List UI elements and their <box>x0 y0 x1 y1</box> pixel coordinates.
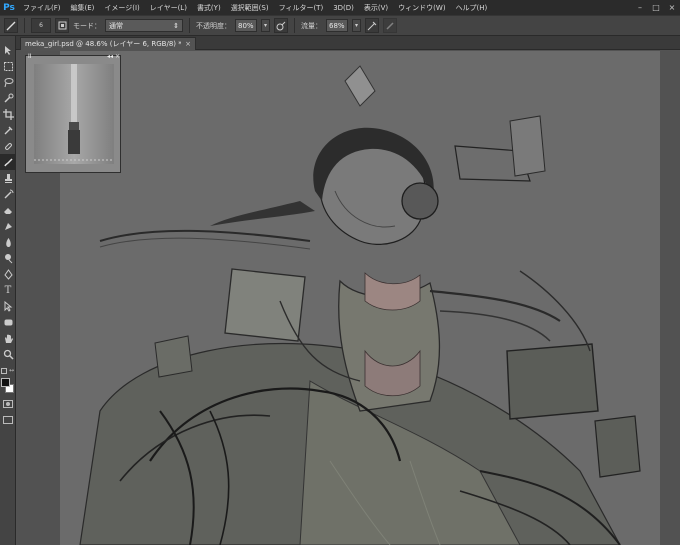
menu-bar: Ps ファイル(F) 編集(E) イメージ(I) レイヤー(L) 書式(Y) 選… <box>0 0 680 15</box>
panel-collapse-close-icons[interactable]: ◂◂ × <box>107 54 120 60</box>
type-tool-glyph: T <box>4 284 12 296</box>
photoshop-window: Ps ファイル(F) 編集(E) イメージ(I) レイヤー(L) 書式(Y) 選… <box>0 0 680 545</box>
separator <box>294 18 295 33</box>
default-colors-icon[interactable] <box>1 368 7 374</box>
crop-tool-icon[interactable] <box>0 106 16 122</box>
brush-icon <box>6 21 16 30</box>
pressure-opacity-button[interactable] <box>274 18 288 33</box>
menu-select[interactable]: 選択範囲(S) <box>226 3 274 13</box>
document-tab-title: meka_girl.psd @ 48.6% (レイヤー 6, RGB/8) * <box>25 40 182 48</box>
opacity-label: 不透明度： <box>196 21 231 30</box>
panel-header[interactable]: II ◂◂ × <box>26 53 122 61</box>
separator <box>189 18 190 33</box>
close-button[interactable]: × <box>664 0 680 15</box>
document-tab[interactable]: meka_girl.psd @ 48.6% (レイヤー 6, RGB/8) * … <box>20 37 196 50</box>
marquee-tool-icon[interactable] <box>0 58 16 74</box>
brush-preset-picker[interactable]: 6 <box>31 18 51 33</box>
menu-view[interactable]: 表示(V) <box>359 3 393 13</box>
gradient-icon[interactable] <box>0 218 16 234</box>
airbrush-icon <box>367 21 377 30</box>
dodge-icon[interactable] <box>0 250 16 266</box>
blend-mode-value: 通常 <box>109 21 123 30</box>
mode-label: モード： <box>73 21 101 30</box>
quick-select-icon[interactable] <box>0 90 16 106</box>
menu-window[interactable]: ウィンドウ(W) <box>393 3 450 13</box>
shape-tool-icon[interactable] <box>0 314 16 330</box>
tab-close-icon[interactable]: × <box>185 40 191 48</box>
menu-edit[interactable]: 編集(E) <box>66 3 100 13</box>
eraser-icon[interactable] <box>0 202 16 218</box>
app-logo: Ps <box>3 2 15 13</box>
path-select-icon[interactable] <box>0 298 16 314</box>
swap-colors-icon[interactable]: ↔ <box>9 367 14 374</box>
minimize-button[interactable]: – <box>632 0 648 15</box>
menu-filter[interactable]: フィルター(T) <box>274 3 329 13</box>
airbrush-button[interactable] <box>365 18 379 33</box>
quick-mask-icon[interactable] <box>3 400 13 408</box>
pressure-size-button[interactable] <box>383 18 397 33</box>
brush-preview-panel[interactable]: II ◂◂ × <box>25 53 122 173</box>
pen-tool-icon[interactable] <box>0 266 16 282</box>
opacity-input[interactable]: 80% <box>235 19 257 32</box>
options-bar: 6 モード： 通常 ⇕ 不透明度： 80% ▾ 流量： 68% ▾ <box>0 15 680 36</box>
foreground-color-swatch[interactable] <box>1 378 10 387</box>
menu-help[interactable]: ヘルプ(H) <box>451 3 493 13</box>
lasso-tool-icon[interactable] <box>0 74 16 90</box>
document-tabs: meka_girl.psd @ 48.6% (レイヤー 6, RGB/8) * … <box>16 36 680 50</box>
tools-panel: T ↔ <box>0 36 16 545</box>
blur-icon[interactable] <box>0 234 16 250</box>
blend-mode-select[interactable]: 通常 ⇕ <box>105 19 183 32</box>
history-brush-icon[interactable] <box>0 186 16 202</box>
menu-image[interactable]: イメージ(I) <box>99 3 144 13</box>
document-canvas[interactable] <box>60 51 660 545</box>
brush-preview <box>34 64 114 164</box>
zoom-tool-icon[interactable] <box>0 346 16 362</box>
chevron-down-icon: ⇕ <box>173 21 179 30</box>
maximize-button[interactable]: □ <box>648 0 664 15</box>
tool-preset-picker[interactable] <box>4 18 18 33</box>
brush-panel-toggle[interactable] <box>55 18 69 33</box>
separator <box>24 18 25 33</box>
opacity-slider-toggle[interactable]: ▾ <box>261 19 270 32</box>
menu-3d[interactable]: 3D(D) <box>328 4 359 12</box>
flow-slider-toggle[interactable]: ▾ <box>352 19 361 32</box>
brush-stroke-preview <box>34 64 114 161</box>
brush-tool-icon[interactable] <box>0 154 16 170</box>
brush-panel-icon <box>58 21 66 30</box>
menu-file[interactable]: ファイル(F) <box>18 3 66 13</box>
healing-brush-icon[interactable] <box>0 138 16 154</box>
menu-type[interactable]: 書式(Y) <box>192 3 226 13</box>
panel-grip-icon[interactable]: II <box>28 54 32 60</box>
pen-pressure-icon <box>276 21 286 30</box>
clone-stamp-icon[interactable] <box>0 170 16 186</box>
flow-input[interactable]: 68% <box>326 19 348 32</box>
artwork-sketch <box>60 51 660 545</box>
menu-layer[interactable]: レイヤー(L) <box>145 3 192 13</box>
flow-label: 流量： <box>301 21 322 30</box>
hand-tool-icon[interactable] <box>0 330 16 346</box>
window-controls: – □ × <box>632 0 680 15</box>
pen-pressure-size-icon <box>386 21 394 30</box>
move-tool-icon[interactable] <box>0 42 16 58</box>
eyedropper-icon[interactable] <box>0 122 16 138</box>
brush-size-value: 6 <box>39 22 43 29</box>
screen-mode-icon[interactable] <box>3 416 13 424</box>
type-tool-icon[interactable]: T <box>0 282 16 298</box>
